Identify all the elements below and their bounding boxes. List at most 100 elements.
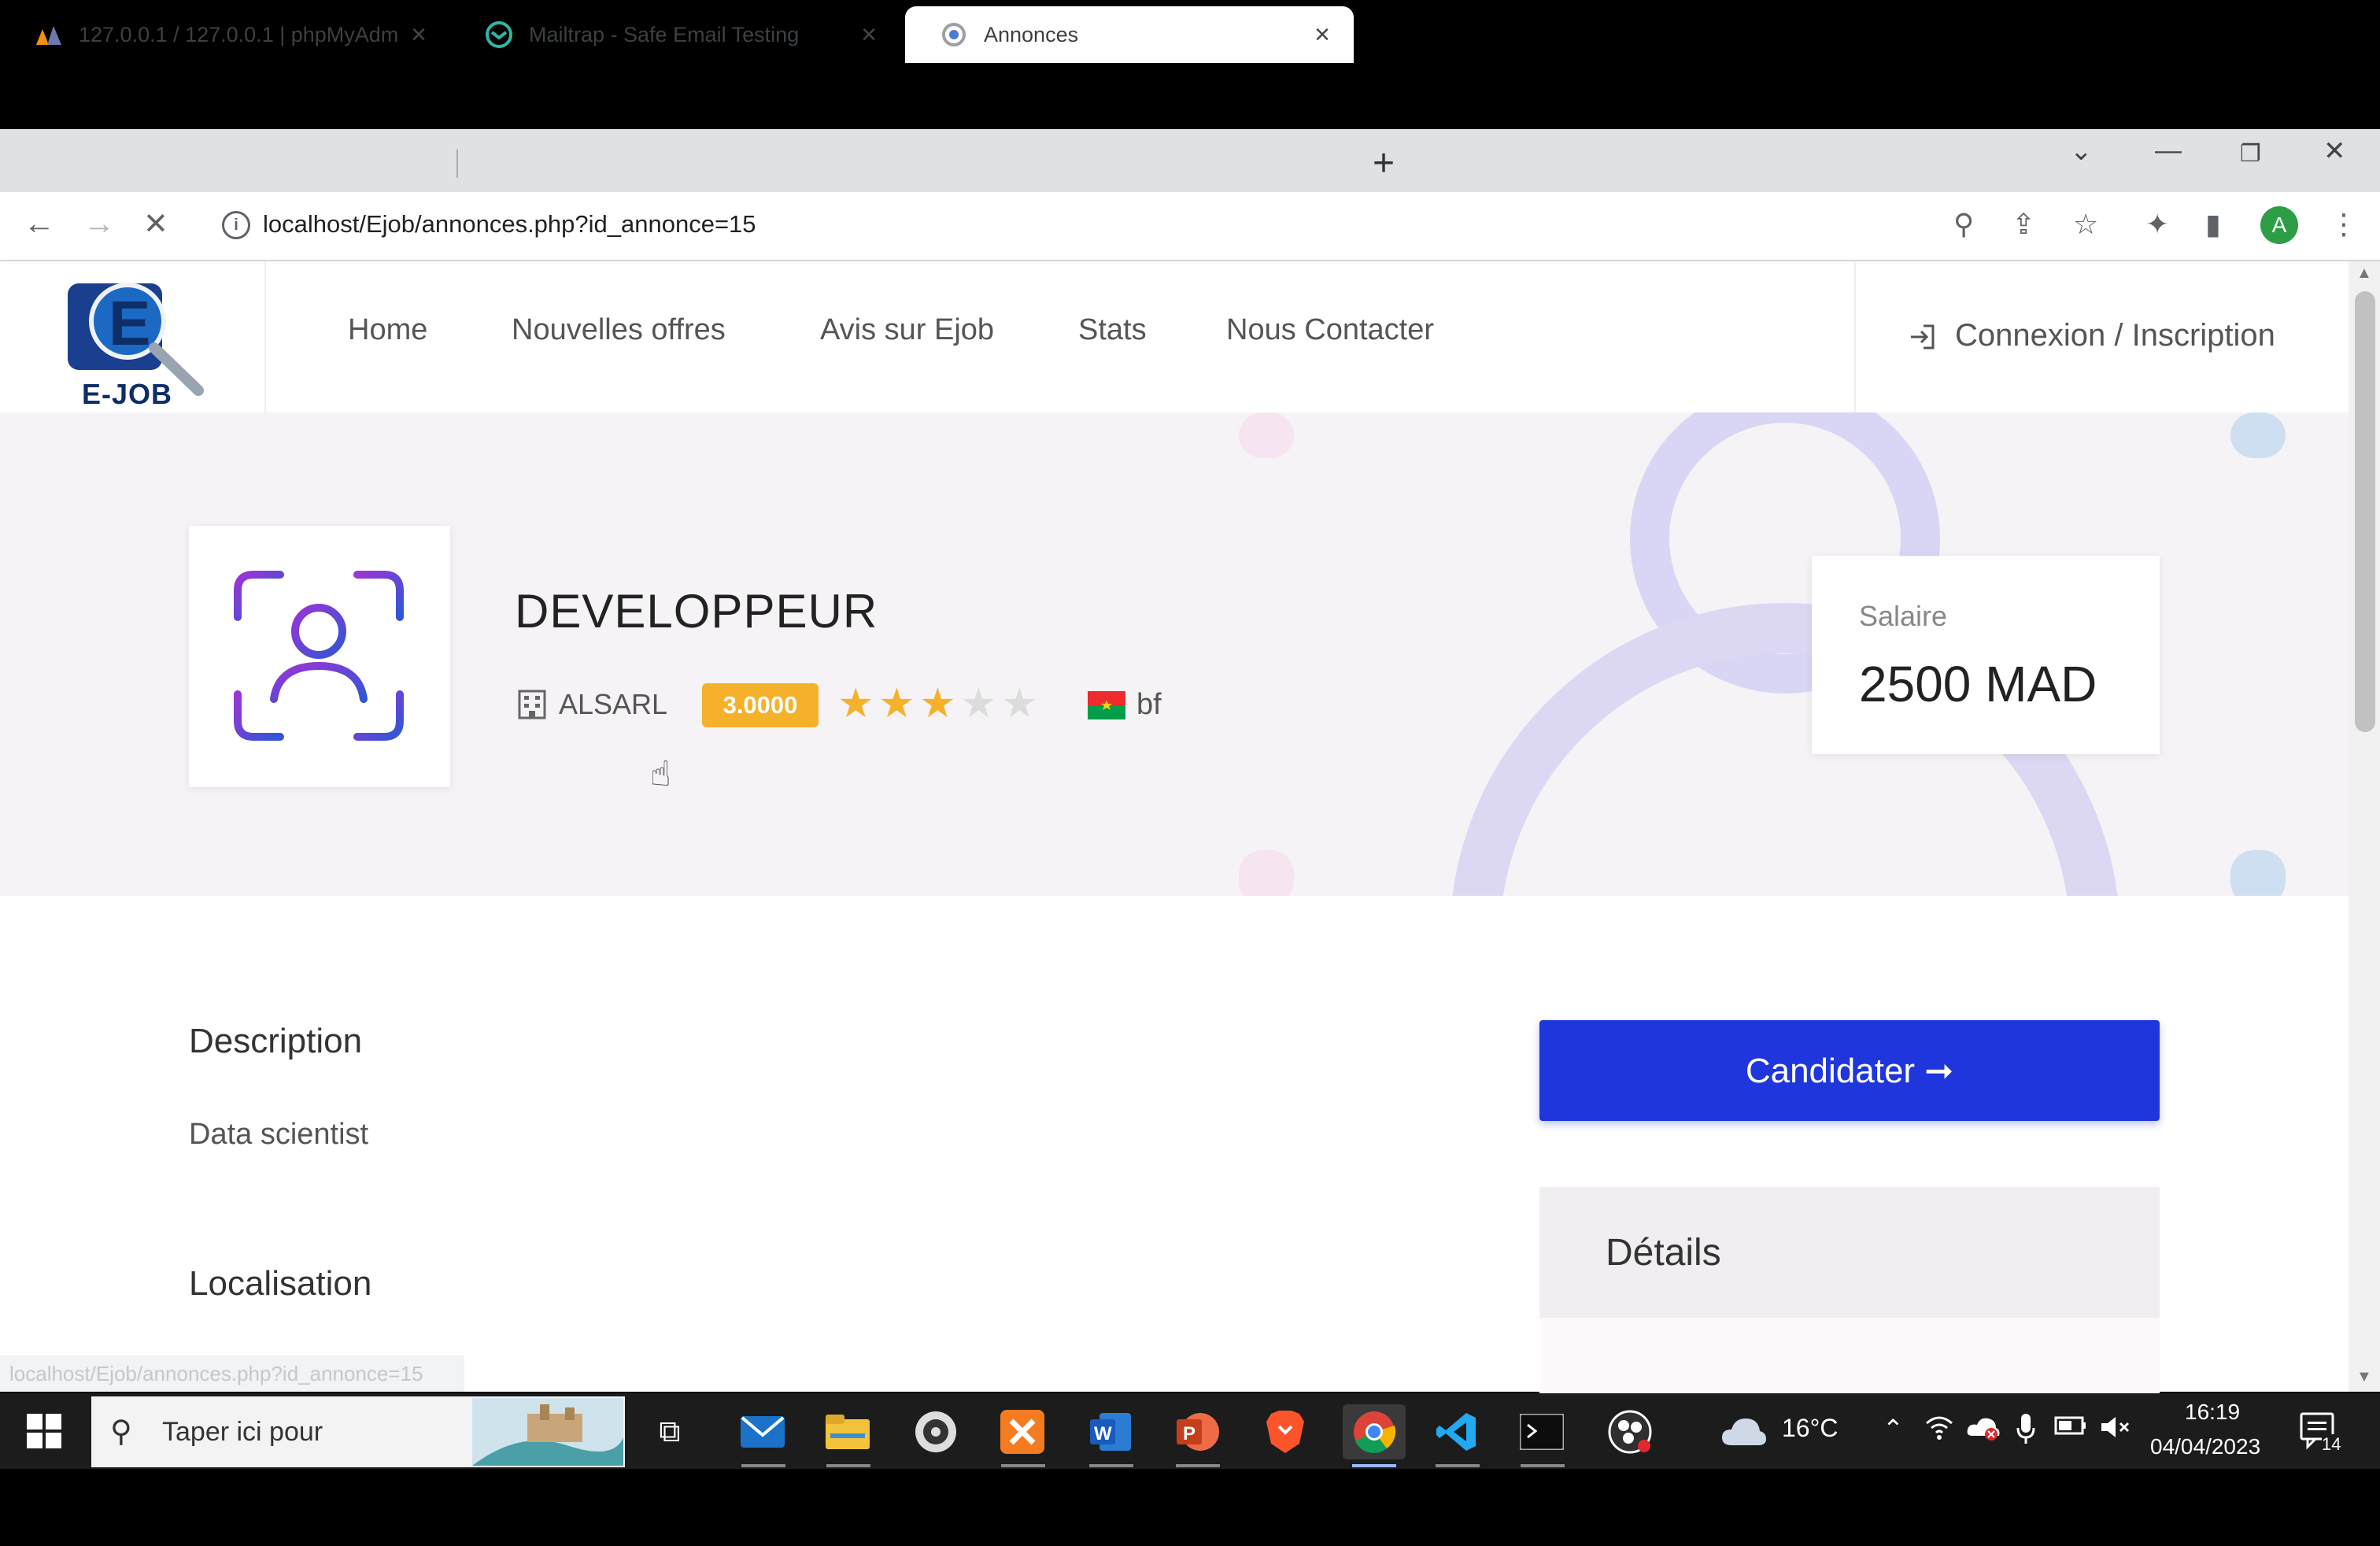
search-icon: ⚲ [110, 1415, 132, 1448]
localisation-heading: Localisation [189, 1264, 372, 1303]
minimize-icon[interactable]: — [2155, 135, 2182, 166]
word-icon[interactable]: W [1083, 1404, 1138, 1459]
info-icon[interactable]: i [222, 211, 250, 239]
chrome-icon[interactable] [1343, 1404, 1406, 1459]
tab-mailtrap[interactable]: Mailtrap - Safe Email Testing × [450, 6, 900, 63]
scrollbar-thumb[interactable] [2355, 291, 2375, 732]
building-icon [516, 688, 548, 719]
side-panel-icon[interactable]: ▮ [2205, 208, 2221, 241]
phpmyadmin-icon [35, 20, 63, 49]
salary-label: Salaire [1859, 600, 1948, 632]
obs-icon[interactable] [1602, 1404, 1658, 1459]
nav-home[interactable]: Home [348, 313, 427, 347]
extensions-puzzle-icon[interactable]: ✦ [2145, 208, 2169, 241]
mailtrap-icon [485, 20, 513, 49]
mail-app-icon[interactable] [735, 1404, 790, 1459]
description-heading: Description [189, 1022, 363, 1060]
tab-title: 127.0.0.1 / 127.0.0.1 | phpMyAdm [79, 22, 399, 46]
clock-date[interactable]: 04/04/2023 [2150, 1434, 2260, 1459]
menu-kebab-icon[interactable]: ⋮ [2330, 208, 2358, 241]
weather-temperature[interactable]: 16°C [1782, 1414, 1839, 1443]
bookmark-star-icon[interactable]: ☆ [2073, 208, 2098, 241]
svg-text:W: W [1094, 1423, 1112, 1444]
star-empty-icon: ★ [1001, 681, 1038, 727]
app-running-indicator [1176, 1464, 1220, 1467]
star-filled-icon: ★ [837, 681, 874, 727]
login-link[interactable]: Connexion / Inscription [1955, 318, 2275, 353]
details-heading: Détails [1606, 1232, 1721, 1274]
nav-nouvelles-offres[interactable]: Nouvelles offres [512, 313, 726, 347]
battery-icon[interactable] [2054, 1414, 2087, 1443]
country-code: bf [1136, 688, 1162, 721]
tab-divider [456, 150, 458, 178]
powerpoint-icon[interactable]: P [1170, 1404, 1225, 1459]
back-arrow-icon[interactable]: ← [24, 206, 55, 242]
search-highlight-image [472, 1398, 623, 1466]
share-icon[interactable]: ⇪ [2012, 208, 2035, 241]
stop-loading-icon[interactable]: ✕ [143, 206, 168, 242]
file-explorer-icon[interactable] [820, 1404, 875, 1459]
svg-text:E: E [109, 288, 150, 358]
url-text[interactable]: localhost/Ejob/annonces.php?id_annonce=1… [263, 210, 756, 239]
user-scan-icon [234, 571, 404, 741]
tab-title: Mailtrap - Safe Email Testing [529, 22, 800, 46]
header-divider [1854, 261, 1856, 412]
wifi-icon[interactable] [1924, 1414, 1955, 1447]
logo-text: E-JOB [82, 378, 173, 410]
description-text: Data scientist [189, 1118, 369, 1151]
svg-text:P: P [1183, 1423, 1196, 1444]
brave-browser-icon[interactable] [1258, 1404, 1313, 1459]
close-tab-icon[interactable]: × [852, 20, 886, 50]
chevron-up-icon[interactable]: ⌃ [1883, 1414, 1904, 1444]
close-tab-icon[interactable]: × [1305, 20, 1340, 50]
app-running-indicator [1001, 1464, 1045, 1467]
app-active-indicator [1352, 1464, 1396, 1467]
job-title: DEVELOPPEUR [515, 585, 878, 638]
tab-title: Annonces [984, 22, 1079, 46]
media-player-icon[interactable] [908, 1404, 963, 1459]
microphone-icon[interactable] [2016, 1414, 2035, 1450]
close-window-icon[interactable]: ✕ [2323, 135, 2346, 167]
speaker-muted-icon[interactable] [2100, 1414, 2131, 1447]
nav-contact[interactable]: Nous Contacter [1226, 313, 1434, 347]
taskbar-search-placeholder[interactable]: Taper ici pour [162, 1417, 323, 1448]
apply-button[interactable]: Candidater ➞ [1539, 1020, 2160, 1121]
app-running-indicator [1089, 1464, 1133, 1467]
app-running-indicator [1521, 1464, 1565, 1467]
close-tab-icon[interactable]: × [401, 20, 436, 50]
company-name: ALSARL [559, 688, 668, 720]
scroll-up-arrow-icon[interactable]: ▲ [2356, 264, 2372, 283]
terminal-icon[interactable] [1514, 1404, 1569, 1459]
new-tab-button[interactable]: + [1373, 142, 1395, 185]
tab-search-chevron-icon[interactable]: ⌄ [2070, 135, 2093, 167]
restore-icon[interactable]: ❐ [2240, 140, 2261, 168]
tab-phpmyadmin[interactable]: 127.0.0.1 / 127.0.0.1 | phpMyAdm × [0, 6, 450, 63]
header-divider [264, 261, 266, 412]
nav-avis[interactable]: Avis sur Ejob [820, 313, 994, 347]
task-view-icon[interactable]: ⧉ [642, 1404, 697, 1459]
hand-cursor-icon: ☝ [650, 755, 671, 793]
scroll-down-arrow-icon[interactable]: ▼ [2356, 1368, 2372, 1386]
cloud-weather-icon[interactable] [1720, 1415, 1768, 1447]
star-filled-icon: ★ [919, 681, 956, 727]
nav-stats[interactable]: Stats [1078, 313, 1147, 347]
star-filled-icon: ★ [878, 681, 915, 727]
vscode-icon[interactable] [1429, 1404, 1484, 1459]
app-running-indicator [826, 1464, 870, 1467]
company-logo-card [189, 526, 450, 787]
location-pin-icon[interactable]: ⚲ [1953, 208, 1974, 241]
login-icon[interactable] [1908, 321, 1939, 353]
forward-arrow-icon[interactable]: → [83, 206, 115, 242]
status-bar-url: localhost/Ejob/annonces.php?id_annonce=1… [0, 1356, 464, 1392]
notification-count: 14 [2322, 1434, 2341, 1455]
clock-time[interactable]: 16:19 [2185, 1400, 2240, 1425]
burkina-faso-flag-icon [1088, 691, 1125, 719]
profile-avatar[interactable]: A [2260, 206, 2298, 244]
onedrive-error-icon[interactable] [1966, 1414, 2001, 1447]
xampp-icon[interactable] [995, 1404, 1050, 1459]
windows-start-icon[interactable] [27, 1414, 61, 1448]
rating-badge: 3.0000 [702, 683, 819, 727]
star-empty-icon: ★ [960, 681, 997, 727]
salary-value: 2500 MAD [1859, 656, 2097, 712]
tab-annonces[interactable]: Annonces × [905, 6, 1354, 63]
